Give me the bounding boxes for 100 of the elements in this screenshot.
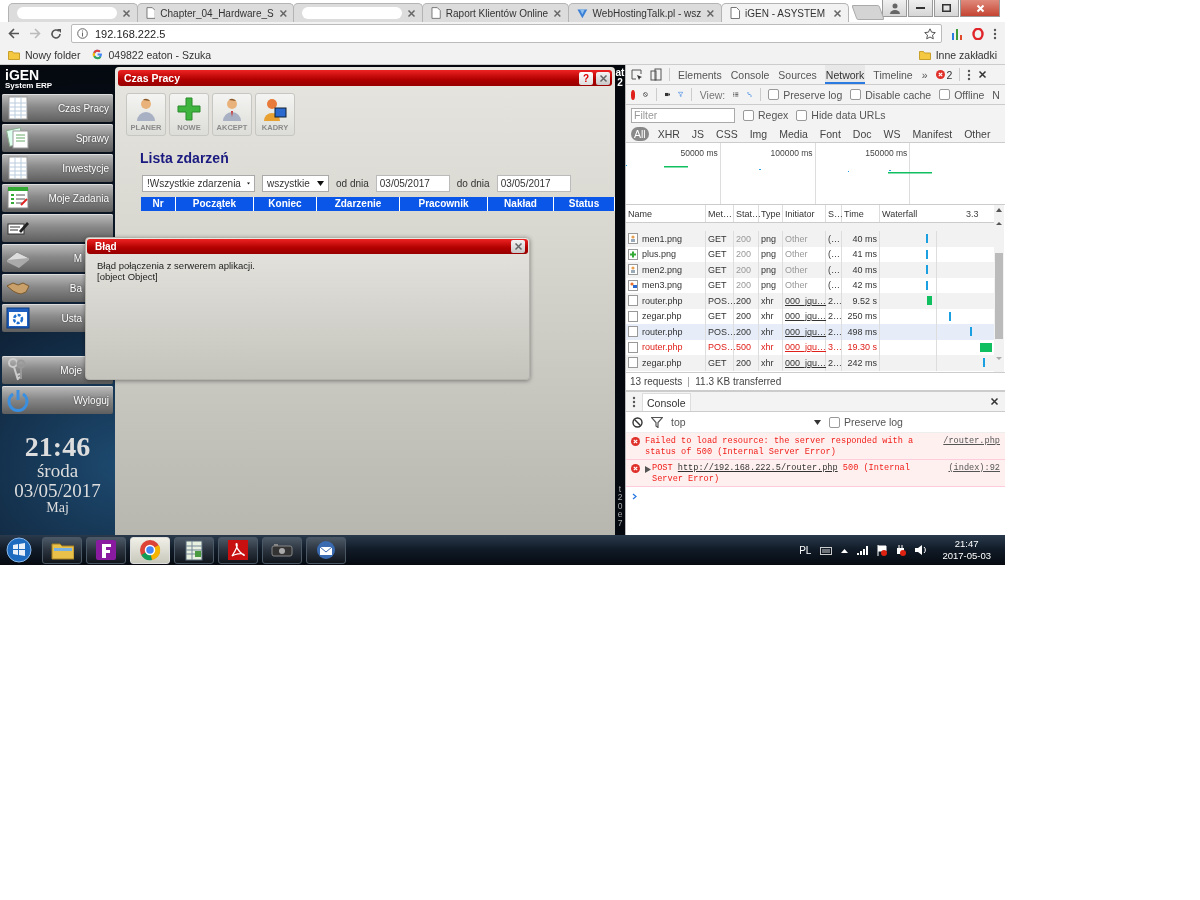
column-header[interactable]: Time [842, 205, 880, 222]
signal-icon[interactable] [857, 545, 869, 555]
type-filter[interactable]: Other [961, 126, 994, 141]
column-header[interactable]: S… [826, 205, 842, 222]
clear-icon[interactable] [632, 416, 643, 428]
star-icon[interactable] [924, 27, 936, 40]
url-link[interactable]: http://192.168.222.5/router.php [677, 463, 838, 473]
checkbox[interactable] [850, 89, 862, 100]
column-header[interactable]: 3.3 [966, 208, 979, 219]
checkbox[interactable] [768, 89, 780, 100]
camera-icon[interactable] [664, 90, 670, 99]
close-icon[interactable] [990, 396, 999, 406]
chart-extension-icon[interactable] [951, 27, 963, 40]
bookmark[interactable]: 049822 eaton - Szuka [92, 48, 212, 61]
expand-triangle-icon[interactable] [645, 466, 651, 473]
browser-tab[interactable]: Raport Klientów Online [422, 3, 569, 22]
panel-tab[interactable]: Elements [677, 65, 723, 84]
speaker-icon[interactable] [915, 545, 928, 555]
request-row[interactable]: men2.png GET 200 png Other (… 40 ms [626, 262, 994, 278]
menu-item[interactable]: Sprawy [2, 124, 113, 152]
keyboard-icon[interactable] [820, 545, 833, 555]
column-header[interactable]: Waterfall 3.3 [880, 205, 994, 222]
back-arrow-icon[interactable] [8, 28, 20, 39]
type-filter[interactable]: CSS [713, 126, 741, 141]
scope-select[interactable]: wszystkie [262, 175, 329, 192]
menu-icon[interactable] [967, 68, 972, 81]
panel-tab[interactable]: Console [729, 65, 771, 84]
request-row[interactable]: router.php POS…200 xhr 000_jqu… 2… 9.52 s [626, 293, 994, 309]
request-row[interactable]: router.php POS…200 xhr 000_jqu… 2… 498 ms [626, 324, 994, 340]
column-header[interactable]: Początek [176, 197, 254, 211]
column-header[interactable]: Nr [141, 197, 176, 211]
panel-tab[interactable]: Network [824, 65, 866, 84]
menu-item[interactable]: Inwestycje [2, 154, 113, 182]
ring-extension-icon[interactable] [972, 27, 984, 40]
date-field[interactable]: 03/05/2017 [496, 175, 571, 192]
type-filter[interactable]: Img [746, 126, 771, 141]
request-row[interactable]: men1.png GET 200 png Other (… 40 ms [626, 231, 994, 247]
type-filter[interactable]: JS [688, 126, 708, 141]
column-header[interactable]: Type [759, 205, 783, 222]
help-button[interactable]: ? [579, 71, 593, 85]
checkbox[interactable] [743, 109, 754, 121]
request-row[interactable]: zegar.php GET 200 xhr 000_jqu… 2… 242 ms [626, 355, 994, 371]
taskbar-button[interactable] [42, 536, 82, 564]
type-filter[interactable]: All [631, 126, 649, 141]
menu-icon[interactable] [632, 395, 636, 408]
taskbar-button[interactable] [218, 536, 258, 564]
browser-tab[interactable]: WebHostingTalk.pl - wsz [567, 3, 723, 22]
filter-field[interactable]: Filter [631, 107, 735, 123]
source-link[interactable]: /router.php [943, 436, 1000, 447]
event-type-select[interactable]: !Wszystkie zdarzenia [142, 175, 255, 192]
column-header[interactable]: Zdarzenie [317, 197, 400, 211]
checkbox[interactable] [939, 89, 951, 100]
close-button[interactable] [511, 240, 525, 253]
menu-item[interactable] [2, 214, 113, 242]
language-indicator[interactable]: PL [799, 544, 812, 556]
drawer-tab[interactable]: Console [642, 393, 691, 411]
address-bar[interactable]: 192.168.222.5 [71, 24, 942, 43]
type-filter[interactable]: WS [880, 126, 904, 141]
browser-tab[interactable]: iGEN - ASYSTEM [721, 3, 850, 22]
browser-tab[interactable]: Chapter_04_Hardware_S [136, 3, 295, 22]
column-header[interactable]: Status [554, 197, 615, 211]
inspect-icon[interactable] [631, 68, 643, 81]
bookmark[interactable]: Inne zakładki [918, 48, 997, 61]
taskbar-clock[interactable]: 21:47 2017-05-03 [936, 538, 1001, 562]
column-header[interactable]: Koniec [254, 197, 317, 211]
taskbar-button[interactable] [262, 536, 302, 564]
profile-button[interactable] [882, 0, 907, 17]
bookmark[interactable]: Nowy folder [8, 48, 81, 61]
column-header[interactable]: Met… [706, 205, 734, 222]
more-tabs-button[interactable]: » [920, 65, 929, 84]
power-plug-icon[interactable] [896, 544, 907, 556]
column-header[interactable]: Nakład [488, 197, 554, 211]
type-filter[interactable]: Font [816, 126, 844, 141]
type-filter[interactable]: Media [776, 126, 811, 141]
checkbox[interactable] [829, 416, 840, 428]
panel-tab[interactable]: Timeline [872, 65, 914, 84]
source-link[interactable]: (index):92 [948, 463, 1000, 474]
close-button[interactable] [960, 0, 1000, 17]
record-button[interactable] [631, 89, 636, 100]
column-header[interactable]: Pracownik [400, 197, 488, 211]
up-arrow-icon[interactable] [841, 547, 849, 553]
list-icon[interactable] [733, 90, 739, 99]
menu-item[interactable]: Wyloguj [2, 386, 113, 414]
taskbar-button[interactable] [306, 536, 346, 564]
close-icon[interactable] [833, 8, 843, 18]
menu-icon[interactable] [993, 27, 997, 40]
filter-icon[interactable] [651, 416, 663, 428]
taskbar-button[interactable] [174, 536, 214, 564]
taskbar-button[interactable] [86, 536, 126, 564]
menu-item[interactable]: Czas Pracy [2, 94, 113, 122]
minimize-button[interactable] [908, 0, 933, 17]
close-button[interactable] [596, 71, 610, 85]
checkbox[interactable] [796, 109, 808, 121]
date-field[interactable]: 03/05/2017 [375, 175, 450, 192]
menu-item[interactable]: Moje Zadania [2, 184, 113, 212]
type-filter[interactable]: XHR [654, 126, 683, 141]
maximize-button[interactable] [934, 0, 959, 17]
column-header[interactable]: Name [626, 205, 706, 222]
type-filter[interactable]: Doc [849, 126, 875, 141]
flag-icon[interactable] [877, 544, 888, 556]
